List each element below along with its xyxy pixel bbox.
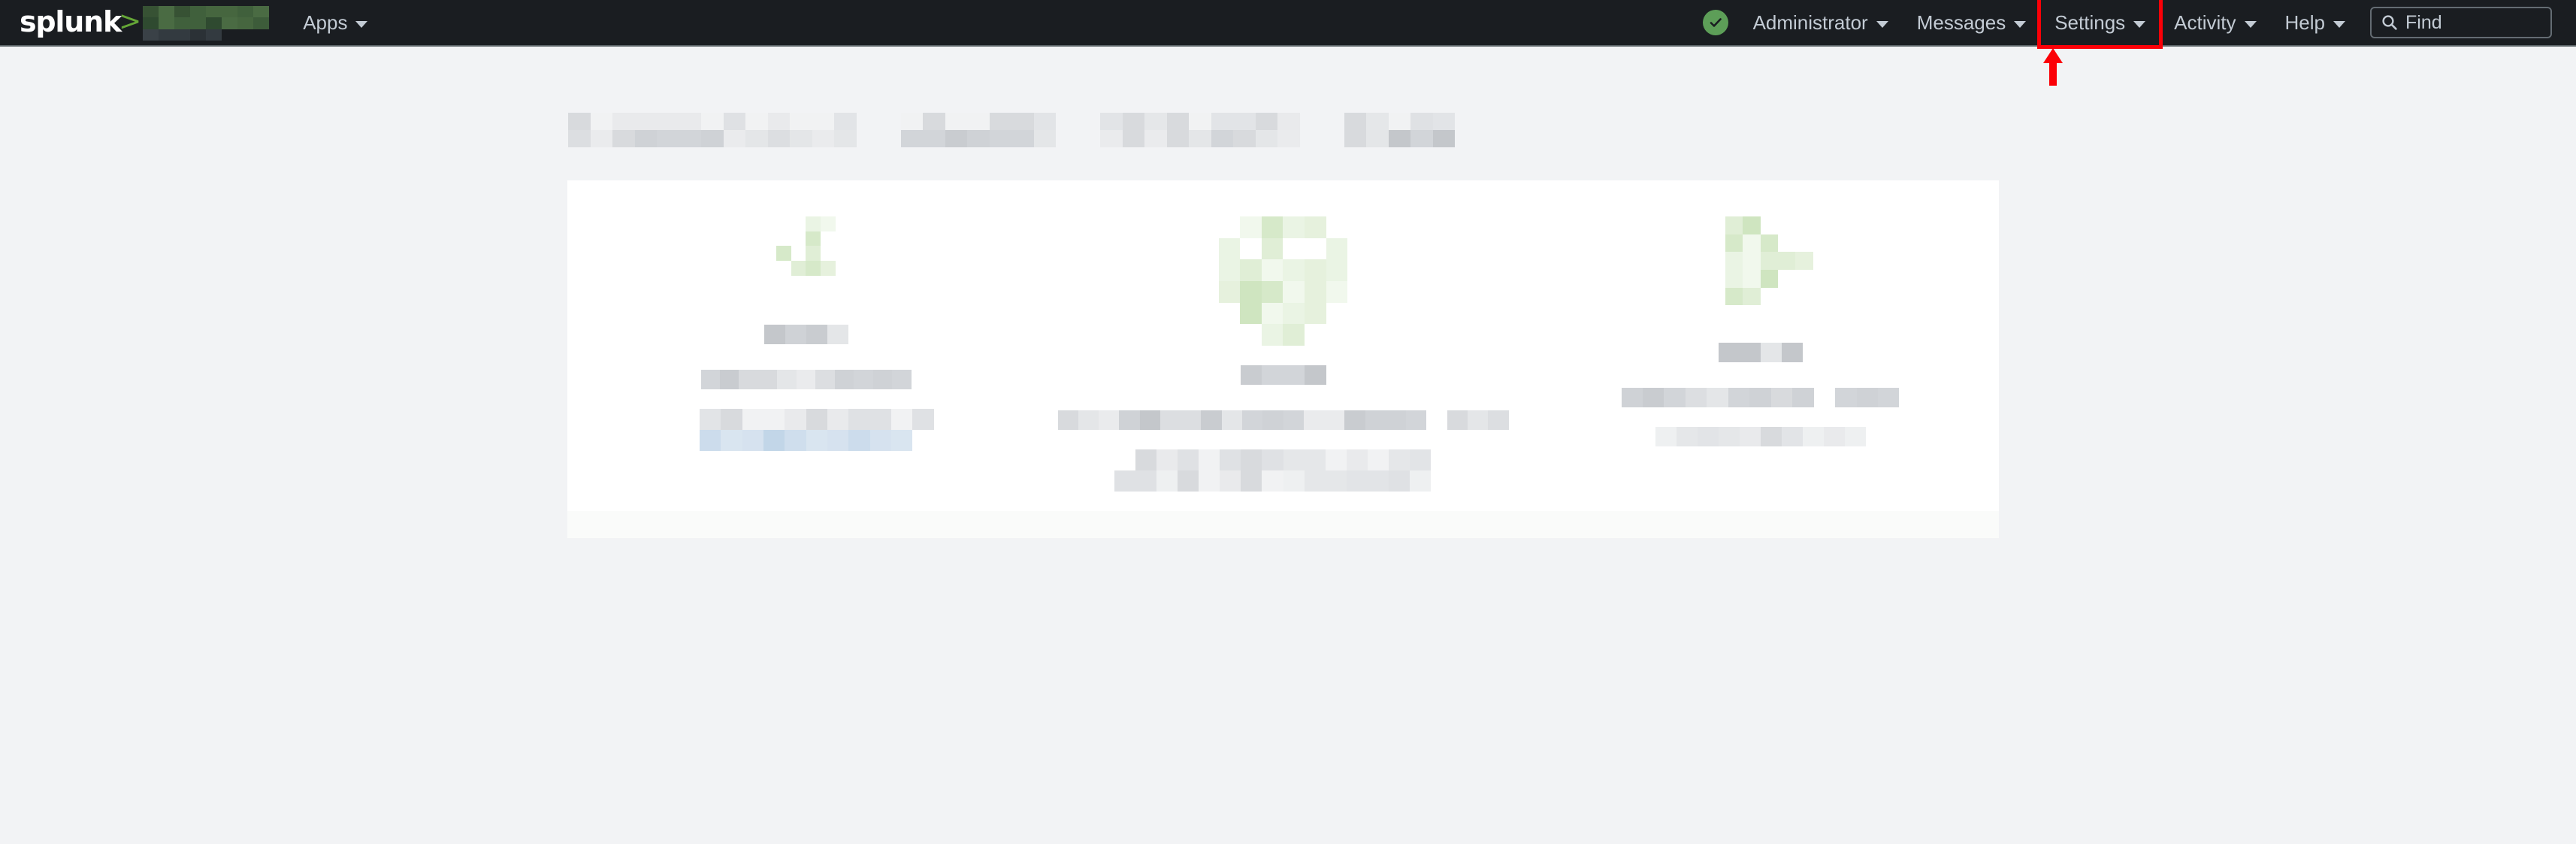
tile-3[interactable] <box>1522 180 1999 511</box>
nav-item-administrator[interactable]: Administrator <box>1739 0 1903 46</box>
splunk-wordmark: splunk <box>20 5 122 38</box>
nav-item-settings[interactable]: Settings <box>2037 0 2163 49</box>
search-icon <box>2382 15 2397 30</box>
header-right-group: Administrator Messages Settings Activity… <box>1702 0 2576 49</box>
app-name-redacted-block <box>143 6 270 41</box>
search-input[interactable]: Find <box>2370 7 2552 38</box>
tile-1-icon-redacted <box>762 216 851 305</box>
content-card <box>567 180 1999 538</box>
tile-2-description-redacted <box>1057 410 1509 430</box>
tile-1[interactable] <box>567 180 1045 511</box>
tile-3-link-redacted[interactable] <box>1655 427 1866 446</box>
tile-2-icon-redacted <box>1218 216 1348 346</box>
splunk-chevron-icon: > <box>119 6 142 37</box>
tile-3-title-redacted <box>1718 343 1803 362</box>
tile-2[interactable] <box>1045 180 1522 511</box>
nav-item-messages[interactable]: Messages <box>1903 0 2041 46</box>
chevron-down-icon <box>355 20 368 28</box>
card-footer-strip <box>567 511 1999 538</box>
tile-1-title-redacted <box>763 325 848 344</box>
nav-item-messages-label: Messages <box>1916 11 2006 34</box>
nav-item-administrator-label: Administrator <box>1752 11 1868 34</box>
green-check-circle-icon[interactable] <box>1702 10 1728 35</box>
nav-item-activity[interactable]: Activity <box>2160 0 2270 46</box>
chevron-down-icon <box>2333 20 2345 28</box>
red-up-arrow-annotation <box>2043 48 2063 86</box>
tile-3-description-redacted <box>1621 388 1900 407</box>
splunk-logo[interactable]: splunk > <box>20 0 270 46</box>
tile-1-link-redacted[interactable] <box>679 409 934 451</box>
chevron-down-icon <box>2133 20 2146 28</box>
chevron-down-icon <box>2014 20 2027 28</box>
tile-1-description-redacted <box>700 370 912 389</box>
nav-item-settings-label: Settings <box>2054 11 2126 34</box>
tile-2-title-redacted <box>1240 365 1326 385</box>
nav-item-apps-label: Apps <box>303 11 348 34</box>
tiles-row <box>567 180 1999 511</box>
nav-item-help[interactable]: Help <box>2271 0 2360 46</box>
chevron-down-icon <box>2244 20 2257 28</box>
app-header: splunk > Apps Administrator Messages Set… <box>0 0 2576 49</box>
tile-2-link-redacted[interactable] <box>1114 449 1453 492</box>
chevron-down-icon <box>1876 20 1888 28</box>
tile-3-icon-redacted <box>1708 216 1813 323</box>
nav-item-apps[interactable]: Apps <box>289 0 382 46</box>
nav-item-help-label: Help <box>2284 11 2325 34</box>
nav-item-activity-label: Activity <box>2174 11 2236 34</box>
page-title-redacted <box>568 113 1455 147</box>
search-placeholder: Find <box>2405 11 2442 33</box>
